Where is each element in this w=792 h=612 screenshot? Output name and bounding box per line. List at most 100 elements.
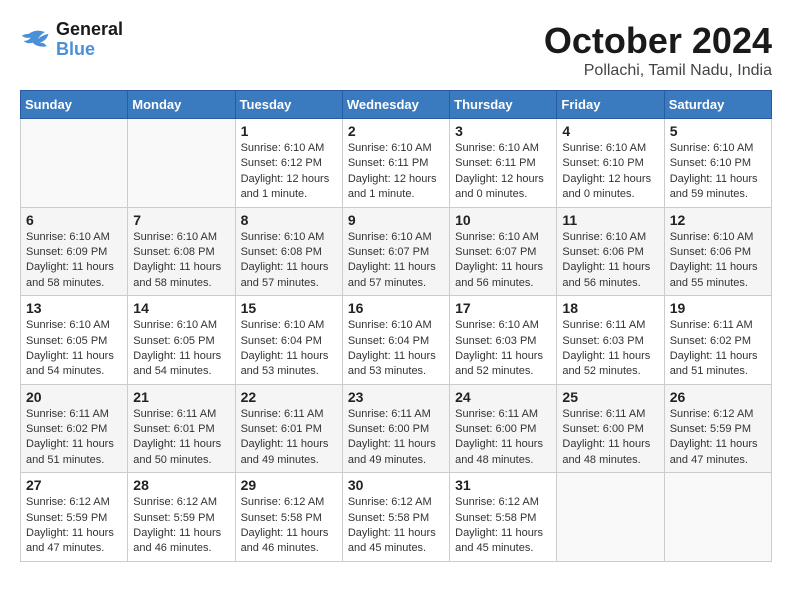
day-info: Sunrise: 6:11 AMSunset: 6:00 PMDaylight:… [348, 407, 444, 469]
calendar-cell: 3 Sunrise: 6:10 AMSunset: 6:11 PMDaylight… [450, 119, 557, 208]
calendar-cell: 6Sunrise: 6:10 AMSunset: 6:09 PMDaylight… [21, 207, 128, 296]
calendar-cell: 26Sunrise: 6:12 AMSunset: 5:59 PMDayligh… [664, 384, 771, 473]
month-title: October 2024 [544, 20, 772, 62]
day-number: 27 [26, 477, 122, 493]
day-info: Sunrise: 6:12 AMSunset: 5:58 PMDaylight:… [241, 495, 337, 557]
day-info: Sunrise: 6:12 AMSunset: 5:58 PMDaylight:… [455, 495, 551, 557]
day-info: Sunrise: 6:12 AMSunset: 5:58 PMDaylight:… [348, 495, 444, 557]
day-number: 1 [241, 123, 337, 139]
calendar-cell [664, 473, 771, 562]
calendar-cell: 23 Sunrise: 6:11 AMSunset: 6:00 PMDayligh… [342, 384, 449, 473]
day-number: 20 [26, 389, 122, 405]
day-info: Sunrise: 6:10 AMSunset: 6:11 PMDaylight:… [455, 141, 551, 203]
day-number: 16 [348, 300, 444, 316]
calendar-cell: 22 Sunrise: 6:11 AMSunset: 6:01 PMDayligh… [235, 384, 342, 473]
day-info: Sunrise: 6:12 AMSunset: 5:59 PMDaylight:… [133, 495, 229, 557]
calendar-cell: 24Sunrise: 6:11 AMSunset: 6:00 PMDayligh… [450, 384, 557, 473]
day-number: 14 [133, 300, 229, 316]
day-info: Sunrise: 6:11 AMSunset: 6:02 PMDaylight:… [26, 407, 122, 469]
day-info: Sunrise: 6:11 AMSunset: 6:02 PMDaylight:… [670, 318, 766, 380]
day-info: Sunrise: 6:10 AMSunset: 6:05 PMDaylight:… [133, 318, 229, 380]
calendar-cell: 21 Sunrise: 6:11 AMSunset: 6:01 PMDayligh… [128, 384, 235, 473]
day-number: 26 [670, 389, 766, 405]
calendar-cell: 12 Sunrise: 6:10 AMSunset: 6:06 PMDayligh… [664, 207, 771, 296]
day-number: 18 [562, 300, 658, 316]
calendar-cell: 5 Sunrise: 6:10 AMSunset: 6:10 PMDaylight… [664, 119, 771, 208]
logo: General Blue [20, 20, 123, 60]
day-info: Sunrise: 6:12 AMSunset: 5:59 PMDaylight:… [26, 495, 122, 557]
day-info: Sunrise: 6:11 AMSunset: 6:00 PMDaylight:… [562, 407, 658, 469]
weekday-header: Monday [128, 91, 235, 119]
day-number: 29 [241, 477, 337, 493]
calendar-cell: 8Sunrise: 6:10 AMSunset: 6:08 PMDaylight… [235, 207, 342, 296]
day-info: Sunrise: 6:10 AMSunset: 6:09 PMDaylight:… [26, 230, 122, 292]
day-number: 23 [348, 389, 444, 405]
day-number: 7 [133, 212, 229, 228]
day-info: Sunrise: 6:11 AMSunset: 6:01 PMDaylight:… [133, 407, 229, 469]
calendar-table: SundayMondayTuesdayWednesdayThursdayFrid… [20, 90, 772, 562]
calendar-cell: 31Sunrise: 6:12 AMSunset: 5:58 PMDayligh… [450, 473, 557, 562]
day-info: Sunrise: 6:10 AMSunset: 6:11 PMDaylight:… [348, 141, 444, 203]
weekday-header: Friday [557, 91, 664, 119]
day-info: Sunrise: 6:10 AMSunset: 6:05 PMDaylight:… [26, 318, 122, 380]
calendar-cell: 15 Sunrise: 6:10 AMSunset: 6:04 PMDayligh… [235, 296, 342, 385]
calendar-cell [128, 119, 235, 208]
day-number: 9 [348, 212, 444, 228]
day-info: Sunrise: 6:10 AMSunset: 6:12 PMDaylight:… [241, 141, 337, 203]
day-number: 28 [133, 477, 229, 493]
calendar-cell: 17Sunrise: 6:10 AMSunset: 6:03 PMDayligh… [450, 296, 557, 385]
location-title: Pollachi, Tamil Nadu, India [544, 62, 772, 80]
calendar-cell: 2Sunrise: 6:10 AMSunset: 6:11 PMDaylight… [342, 119, 449, 208]
calendar-cell [557, 473, 664, 562]
day-info: Sunrise: 6:10 AMSunset: 6:03 PMDaylight:… [455, 318, 551, 380]
calendar-cell: 18Sunrise: 6:11 AMSunset: 6:03 PMDayligh… [557, 296, 664, 385]
calendar-cell: 4 Sunrise: 6:10 AMSunset: 6:10 PMDaylight… [557, 119, 664, 208]
calendar-cell: 7Sunrise: 6:10 AMSunset: 6:08 PMDaylight… [128, 207, 235, 296]
day-number: 22 [241, 389, 337, 405]
day-number: 8 [241, 212, 337, 228]
calendar-week-row: 27 Sunrise: 6:12 AMSunset: 5:59 PMDayligh… [21, 473, 772, 562]
weekday-header: Tuesday [235, 91, 342, 119]
title-block: October 2024 Pollachi, Tamil Nadu, India [544, 20, 772, 80]
day-number: 30 [348, 477, 444, 493]
day-number: 4 [562, 123, 658, 139]
day-number: 10 [455, 212, 551, 228]
day-number: 21 [133, 389, 229, 405]
weekday-header: Sunday [21, 91, 128, 119]
calendar-header-row: SundayMondayTuesdayWednesdayThursdayFrid… [21, 91, 772, 119]
calendar-cell: 16 Sunrise: 6:10 AMSunset: 6:04 PMDayligh… [342, 296, 449, 385]
calendar-week-row: 6Sunrise: 6:10 AMSunset: 6:09 PMDaylight… [21, 207, 772, 296]
day-info: Sunrise: 6:10 AMSunset: 6:07 PMDaylight:… [348, 230, 444, 292]
day-info: Sunrise: 6:10 AMSunset: 6:06 PMDaylight:… [670, 230, 766, 292]
day-info: Sunrise: 6:10 AMSunset: 6:10 PMDaylight:… [670, 141, 766, 203]
day-number: 11 [562, 212, 658, 228]
calendar-cell: 25Sunrise: 6:11 AMSunset: 6:00 PMDayligh… [557, 384, 664, 473]
day-info: Sunrise: 6:10 AMSunset: 6:04 PMDaylight:… [348, 318, 444, 380]
calendar-week-row: 13 Sunrise: 6:10 AMSunset: 6:05 PMDayligh… [21, 296, 772, 385]
calendar-cell: 11 Sunrise: 6:10 AMSunset: 6:06 PMDayligh… [557, 207, 664, 296]
calendar-week-row: 20 Sunrise: 6:11 AMSunset: 6:02 PMDayligh… [21, 384, 772, 473]
calendar-cell: 9 Sunrise: 6:10 AMSunset: 6:07 PMDaylight… [342, 207, 449, 296]
logo-text: General Blue [56, 20, 123, 60]
day-number: 13 [26, 300, 122, 316]
day-info: Sunrise: 6:10 AMSunset: 6:07 PMDaylight:… [455, 230, 551, 292]
day-number: 12 [670, 212, 766, 228]
day-info: Sunrise: 6:10 AMSunset: 6:10 PMDaylight:… [562, 141, 658, 203]
calendar-cell: 28 Sunrise: 6:12 AMSunset: 5:59 PMDayligh… [128, 473, 235, 562]
calendar-cell: 19Sunrise: 6:11 AMSunset: 6:02 PMDayligh… [664, 296, 771, 385]
day-number: 3 [455, 123, 551, 139]
weekday-header: Saturday [664, 91, 771, 119]
day-info: Sunrise: 6:10 AMSunset: 6:04 PMDaylight:… [241, 318, 337, 380]
logo-icon [20, 26, 52, 54]
weekday-header: Thursday [450, 91, 557, 119]
day-number: 5 [670, 123, 766, 139]
day-number: 15 [241, 300, 337, 316]
day-info: Sunrise: 6:10 AMSunset: 6:06 PMDaylight:… [562, 230, 658, 292]
calendar-cell: 1 Sunrise: 6:10 AMSunset: 6:12 PMDaylight… [235, 119, 342, 208]
day-info: Sunrise: 6:11 AMSunset: 6:01 PMDaylight:… [241, 407, 337, 469]
page-header: General Blue October 2024 Pollachi, Tami… [20, 20, 772, 80]
calendar-cell: 29 Sunrise: 6:12 AMSunset: 5:58 PMDayligh… [235, 473, 342, 562]
weekday-header: Wednesday [342, 91, 449, 119]
calendar-week-row: 1 Sunrise: 6:10 AMSunset: 6:12 PMDaylight… [21, 119, 772, 208]
calendar-cell: 13 Sunrise: 6:10 AMSunset: 6:05 PMDayligh… [21, 296, 128, 385]
